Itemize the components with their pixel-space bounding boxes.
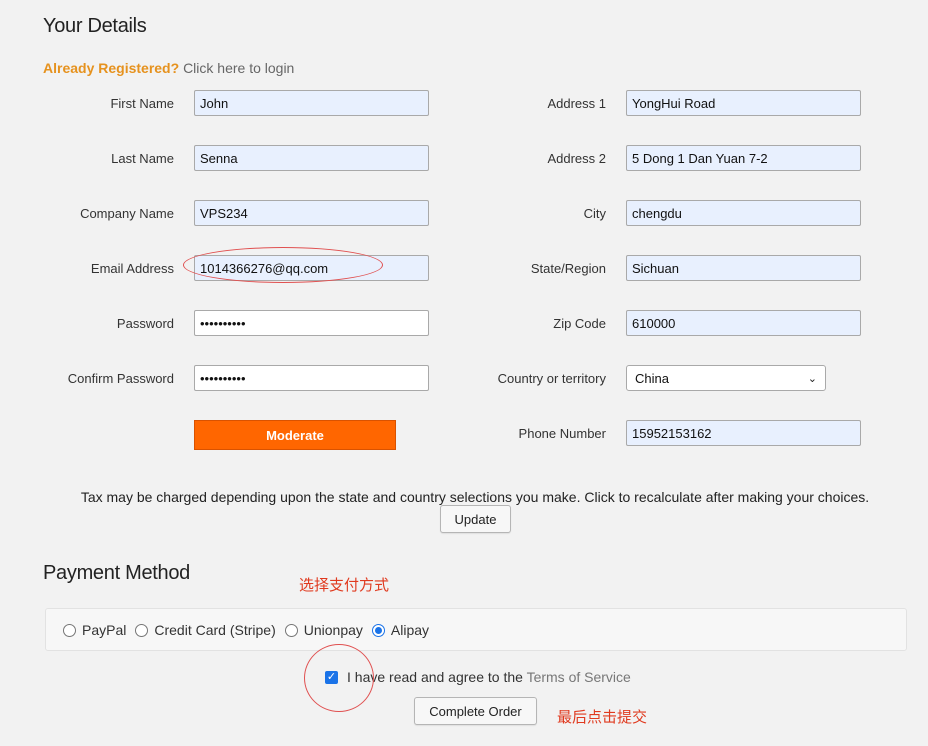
payment-heading: Payment Method: [43, 562, 190, 584]
first-name-field[interactable]: [194, 90, 429, 116]
email-label: Email Address: [90, 261, 174, 276]
agree-text: I have read and agree to the Terms of Se…: [347, 669, 631, 685]
phone-label: Phone Number: [518, 426, 606, 441]
already-registered-label: Already Registered?: [43, 60, 180, 76]
address2-field[interactable]: [626, 145, 861, 171]
country-label: Country or territory: [497, 371, 606, 386]
annotation-submit: 最后点击提交: [557, 709, 648, 726]
country-select-value: China: [635, 370, 669, 386]
confirm-password-label: Confirm Password: [67, 371, 174, 386]
last-name-label: Last Name: [111, 151, 174, 166]
company-name-field[interactable]: [194, 200, 429, 226]
city-label: City: [583, 206, 606, 221]
unionpay-radio[interactable]: [284, 623, 298, 637]
update-button[interactable]: Update: [440, 505, 511, 533]
annotation-select-payment: 选择支付方式: [299, 577, 390, 594]
login-link[interactable]: Click here to login: [183, 60, 294, 76]
address1-label: Address 1: [547, 96, 606, 111]
payment-radio-group: PayPal Credit Card (Stripe) Unionpay Ali…: [63, 622, 438, 638]
company-name-label: Company Name: [80, 206, 174, 221]
first-name-label: First Name: [110, 96, 174, 111]
address2-label: Address 2: [547, 151, 606, 166]
password-label: Password: [116, 316, 174, 331]
login-prompt: Already Registered? Click here to login: [43, 60, 294, 76]
alipay-label[interactable]: Alipay: [391, 622, 429, 638]
terms-link[interactable]: Terms of Service: [527, 669, 631, 685]
state-field[interactable]: [626, 255, 861, 281]
alipay-radio[interactable]: [371, 623, 385, 637]
confirm-password-field[interactable]: [194, 365, 429, 391]
state-label: State/Region: [530, 261, 606, 276]
paypal-label[interactable]: PayPal: [82, 622, 126, 638]
tax-note: Tax may be charged depending upon the st…: [80, 489, 870, 505]
stripe-radio[interactable]: [135, 623, 149, 637]
chevron-down-icon: ⌄: [807, 372, 817, 385]
zip-label: Zip Code: [553, 316, 606, 331]
city-field[interactable]: [626, 200, 861, 226]
agree-prefix: I have read and agree to the: [347, 669, 523, 685]
details-heading: Your Details: [43, 15, 147, 37]
complete-order-button[interactable]: Complete Order: [414, 697, 537, 725]
email-field[interactable]: [194, 255, 429, 281]
stripe-label[interactable]: Credit Card (Stripe): [154, 622, 275, 638]
unionpay-label[interactable]: Unionpay: [304, 622, 363, 638]
country-select[interactable]: China ⌄: [626, 365, 826, 391]
last-name-field[interactable]: [194, 145, 429, 171]
agree-checkbox[interactable]: ✓: [325, 670, 338, 684]
address1-field[interactable]: [626, 90, 861, 116]
phone-field[interactable]: [626, 420, 861, 446]
terms-agreement: ✓ I have read and agree to the Terms of …: [325, 669, 631, 685]
payment-options-box: PayPal Credit Card (Stripe) Unionpay Ali…: [45, 608, 907, 651]
paypal-radio[interactable]: [63, 623, 76, 637]
zip-field[interactable]: [626, 310, 861, 336]
password-strength-indicator: Moderate: [194, 420, 396, 450]
password-field[interactable]: [194, 310, 429, 336]
